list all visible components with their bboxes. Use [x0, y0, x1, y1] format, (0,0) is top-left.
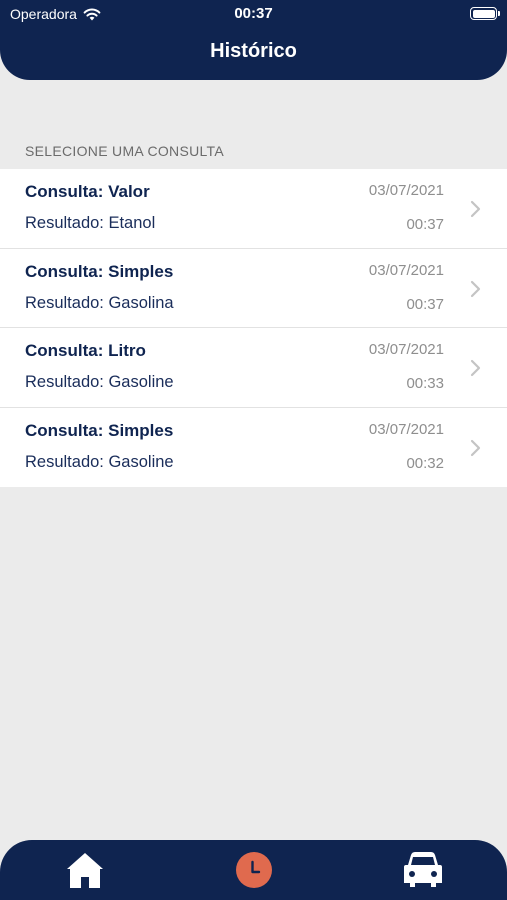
- row-title: Consulta: Simples: [25, 420, 174, 440]
- tab-bar: [0, 840, 507, 900]
- chevron-right-icon: [470, 200, 481, 218]
- row-title: Consulta: Valor: [25, 182, 150, 201]
- row-date: 03/07/2021: [368, 420, 444, 438]
- home-icon[interactable]: [65, 850, 105, 890]
- section-label: SELECIONE UMA CONSULTA: [25, 143, 225, 159]
- navigation-header: Operadora 00:37 Histórico: [0, 0, 507, 80]
- row-title: Consulta: Litro: [25, 341, 146, 360]
- row-time: 00:32: [406, 454, 444, 472]
- clock-icon[interactable]: [235, 851, 273, 889]
- row-date: 03/07/2021: [368, 341, 444, 358]
- row-date: 03/07/2021: [368, 261, 444, 279]
- chevron-right-icon: [470, 280, 481, 297]
- page-title: Histórico: [210, 40, 297, 62]
- row-title: Consulta: Simples: [25, 261, 174, 281]
- history-row[interactable]: Consulta: Simples Resultado: Gasolina 03…: [0, 249, 507, 328]
- history-row[interactable]: Consulta: Simples Resultado: Gasoline 03…: [0, 408, 507, 488]
- car-icon[interactable]: [402, 850, 444, 890]
- row-result: Resultado: Gasoline: [25, 452, 174, 471]
- row-result: Resultado: Gasolina: [25, 293, 174, 312]
- history-row[interactable]: Consulta: Litro Resultado: Gasoline 03/0…: [0, 328, 507, 408]
- battery-icon: [470, 7, 500, 20]
- row-time: 00:33: [406, 375, 444, 392]
- row-date: 03/07/2021: [368, 182, 444, 199]
- row-result: Resultado: Etanol: [25, 214, 156, 232]
- history-list: Consulta: Valor Resultado: Etanol 03/07/…: [0, 169, 507, 487]
- row-result: Resultado: Gasoline: [25, 373, 174, 391]
- row-time: 00:37: [406, 295, 444, 313]
- status-bar: Operadora 00:37: [0, 0, 507, 28]
- chevron-right-icon: [470, 439, 481, 456]
- row-time: 00:37: [406, 216, 444, 233]
- chevron-right-icon: [470, 359, 481, 377]
- status-time: 00:37: [234, 5, 273, 22]
- history-row[interactable]: Consulta: Valor Resultado: Etanol 03/07/…: [0, 169, 507, 249]
